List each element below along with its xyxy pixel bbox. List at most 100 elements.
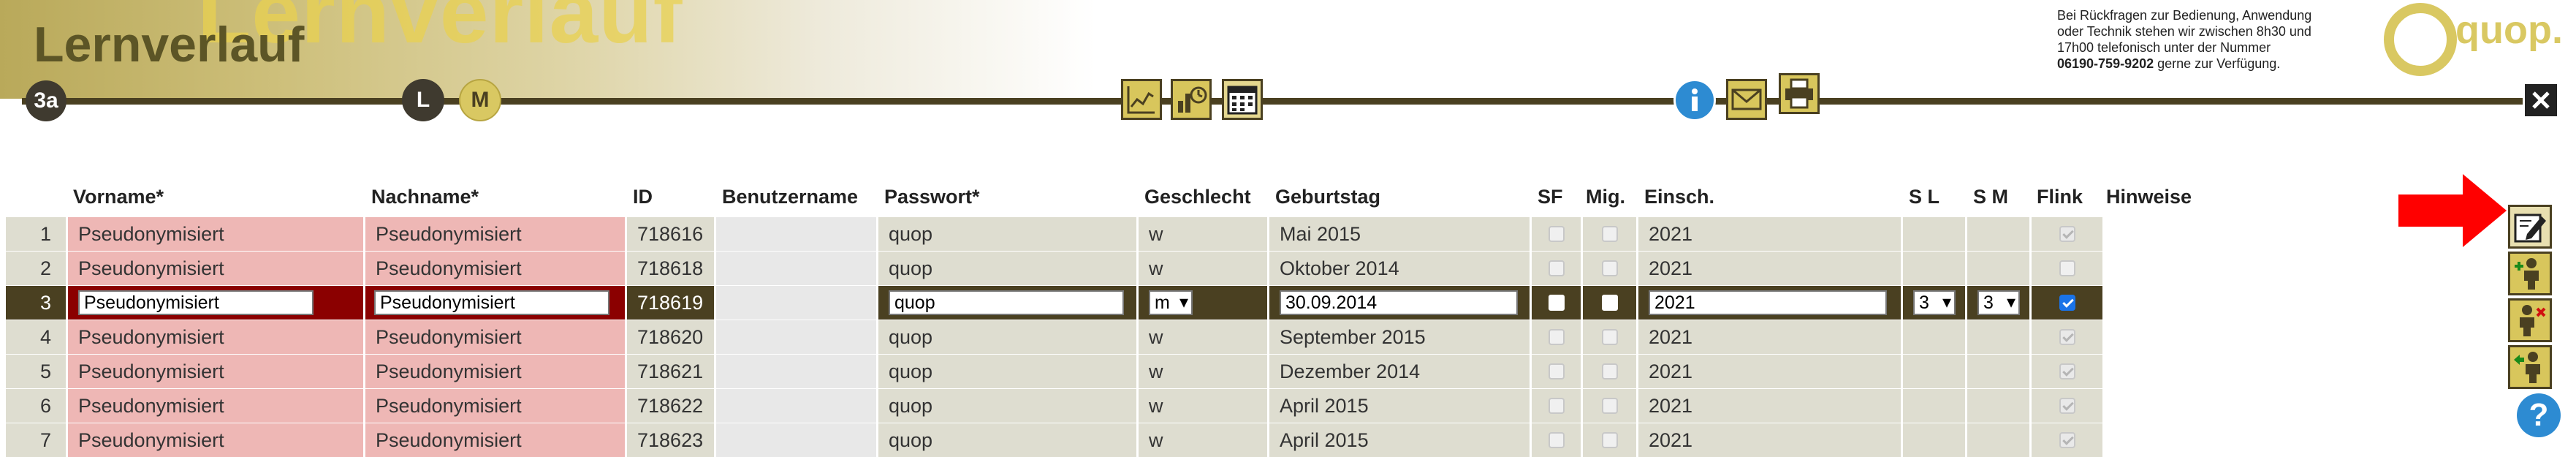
cell-benutzername[interactable] (716, 217, 878, 251)
print-button[interactable] (1779, 73, 1820, 114)
cell-vorname[interactable]: Pseudonymisiert (68, 423, 365, 457)
flink-checkbox[interactable] (2059, 226, 2075, 242)
cell-geschlecht[interactable]: w (1139, 252, 1269, 285)
einsch-input[interactable]: 2021 (1649, 290, 1887, 315)
cell-einsch[interactable]: 2021 (1638, 217, 1903, 251)
cell-sf[interactable] (1532, 423, 1583, 457)
cell-nachname[interactable]: Pseudonymisiert (365, 389, 627, 423)
cell-einsch[interactable]: 2021 (1638, 286, 1903, 320)
table-row[interactable]: 1 Pseudonymisiert Pseudonymisiert 718616… (6, 217, 2107, 251)
cell-einsch[interactable]: 2021 (1638, 389, 1903, 423)
cell-flink[interactable] (2032, 320, 2105, 354)
help-button[interactable]: ? (2517, 393, 2561, 437)
cell-sf[interactable] (1532, 217, 1583, 251)
mig-checkbox[interactable] (1601, 363, 1618, 379)
cell-mig[interactable] (1583, 389, 1638, 423)
cell-mig[interactable] (1583, 252, 1638, 285)
cell-benutzername[interactable] (716, 355, 878, 388)
sf-checkbox[interactable] (1548, 329, 1565, 345)
cell-sm[interactable] (1967, 217, 2032, 251)
cell-sm[interactable]: 3 (1967, 286, 2032, 320)
vorname-input[interactable]: Pseudonymisiert (78, 290, 314, 315)
cell-mig[interactable] (1583, 320, 1638, 354)
cell-vorname[interactable]: Pseudonymisiert (68, 389, 365, 423)
cell-sf[interactable] (1532, 355, 1583, 388)
cell-benutzername[interactable] (716, 320, 878, 354)
cell-geburtstag[interactable]: Mai 2015 (1269, 217, 1532, 251)
sf-checkbox[interactable] (1548, 363, 1565, 379)
mode-m-button[interactable]: M (459, 79, 501, 121)
cell-benutzername[interactable] (716, 389, 878, 423)
cell-vorname[interactable]: Pseudonymisiert (68, 217, 365, 251)
move-student-button[interactable] (2508, 345, 2552, 389)
flink-checkbox[interactable] (2059, 432, 2075, 448)
cell-nachname[interactable]: Pseudonymisiert (365, 286, 627, 320)
remove-student-button[interactable] (2508, 298, 2552, 342)
cell-passwort[interactable]: quop (878, 355, 1139, 388)
cell-geschlecht[interactable]: w (1139, 355, 1269, 388)
cell-flink[interactable] (2032, 217, 2105, 251)
close-button[interactable] (2523, 82, 2559, 118)
cell-sm[interactable] (1967, 252, 2032, 285)
cell-vorname[interactable]: Pseudonymisiert (68, 355, 365, 388)
class-badge[interactable]: 3a (26, 80, 67, 121)
cell-nachname[interactable]: Pseudonymisiert (365, 355, 627, 388)
cell-sf[interactable] (1532, 252, 1583, 285)
chart-button[interactable] (1121, 79, 1162, 120)
mail-button[interactable] (1726, 79, 1767, 120)
cell-benutzername[interactable] (716, 286, 878, 320)
cell-passwort[interactable]: quop (878, 217, 1139, 251)
mig-checkbox[interactable] (1601, 295, 1618, 311)
cell-einsch[interactable]: 2021 (1638, 423, 1903, 457)
cell-geburtstag[interactable]: April 2015 (1269, 423, 1532, 457)
cell-mig[interactable] (1583, 423, 1638, 457)
cell-sl[interactable] (1903, 389, 1967, 423)
cell-geschlecht[interactable]: w (1139, 423, 1269, 457)
cell-nachname[interactable]: Pseudonymisiert (365, 320, 627, 354)
flink-checkbox[interactable] (2059, 398, 2075, 414)
edit-button[interactable] (2508, 205, 2552, 249)
cell-passwort[interactable]: quop (878, 389, 1139, 423)
cell-mig[interactable] (1583, 286, 1638, 320)
nachname-input[interactable]: Pseudonymisiert (374, 290, 609, 315)
table-row[interactable]: 5 Pseudonymisiert Pseudonymisiert 718621… (6, 355, 2107, 388)
cell-benutzername[interactable] (716, 423, 878, 457)
cell-nachname[interactable]: Pseudonymisiert (365, 217, 627, 251)
cell-nachname[interactable]: Pseudonymisiert (365, 252, 627, 285)
flink-checkbox[interactable] (2059, 363, 2075, 379)
cell-flink[interactable] (2032, 252, 2105, 285)
geburtstag-input[interactable]: 30.09.2014 (1280, 290, 1518, 315)
cell-vorname[interactable]: Pseudonymisiert (68, 286, 365, 320)
cell-geburtstag[interactable]: Dezember 2014 (1269, 355, 1532, 388)
cell-sf[interactable] (1532, 320, 1583, 354)
cell-geschlecht[interactable]: m (1139, 286, 1269, 320)
table-row[interactable]: 4 Pseudonymisiert Pseudonymisiert 718620… (6, 320, 2107, 354)
cell-sm[interactable] (1967, 320, 2032, 354)
cell-vorname[interactable]: Pseudonymisiert (68, 252, 365, 285)
cell-nachname[interactable]: Pseudonymisiert (365, 423, 627, 457)
cell-flink[interactable] (2032, 423, 2105, 457)
mig-checkbox[interactable] (1601, 260, 1618, 276)
cell-geburtstag[interactable]: 30.09.2014 (1269, 286, 1532, 320)
sf-checkbox[interactable] (1548, 432, 1565, 448)
table-row[interactable]: 6 Pseudonymisiert Pseudonymisiert 718622… (6, 389, 2107, 423)
flink-checkbox[interactable] (2059, 260, 2075, 276)
cell-sl[interactable]: 3 (1903, 286, 1967, 320)
sf-checkbox[interactable] (1548, 260, 1565, 276)
cell-sl[interactable] (1903, 355, 1967, 388)
cell-vorname[interactable]: Pseudonymisiert (68, 320, 365, 354)
cell-flink[interactable] (2032, 355, 2105, 388)
cell-passwort[interactable]: quop (878, 423, 1139, 457)
cell-mig[interactable] (1583, 355, 1638, 388)
mig-checkbox[interactable] (1601, 329, 1618, 345)
cell-sl[interactable] (1903, 217, 1967, 251)
table-row-selected[interactable]: 3 Pseudonymisiert Pseudonymisiert 718619… (6, 286, 2107, 320)
cell-sl[interactable] (1903, 252, 1967, 285)
cell-sf[interactable] (1532, 286, 1583, 320)
cell-geschlecht[interactable]: w (1139, 320, 1269, 354)
flink-checkbox[interactable] (2059, 295, 2075, 311)
statistics-button[interactable] (1171, 79, 1212, 120)
mig-checkbox[interactable] (1601, 432, 1618, 448)
sm-select[interactable]: 3 (1977, 290, 2020, 315)
sf-checkbox[interactable] (1548, 295, 1565, 311)
